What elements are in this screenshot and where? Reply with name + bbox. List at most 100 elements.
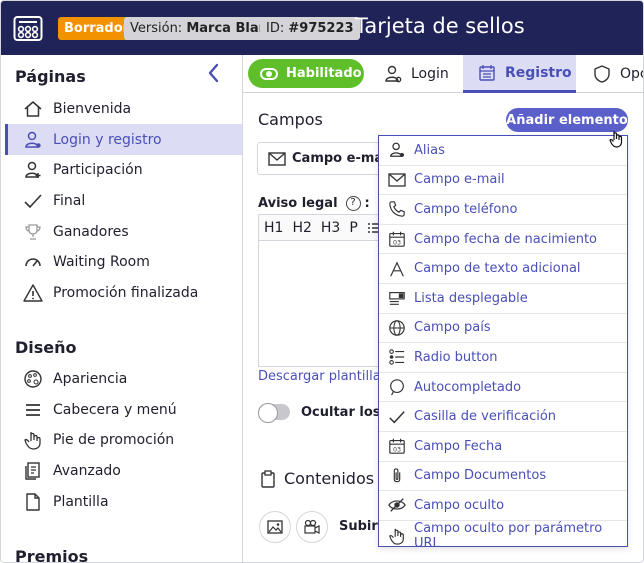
trophy-icon bbox=[23, 222, 43, 242]
app-logo-icon[interactable] bbox=[13, 14, 43, 42]
tab-opciones[interactable]: Opc bbox=[592, 55, 643, 93]
shield-icon bbox=[592, 64, 612, 84]
sidebar-item-label: Final bbox=[53, 192, 86, 209]
tab-login[interactable]: Login bbox=[383, 55, 449, 93]
add-element-dropdown: Alias Campo e-mail Campo teléfono 03 Cam… bbox=[378, 135, 628, 547]
gauge-icon bbox=[23, 252, 43, 272]
menu-icon bbox=[23, 400, 43, 420]
sidebar-section-design: Diseño bbox=[15, 338, 77, 357]
home-icon bbox=[23, 99, 43, 119]
page-title: Tarjeta de sellos bbox=[355, 14, 525, 38]
menu-item-alias[interactable]: Alias bbox=[379, 136, 627, 166]
sidebar-item-label: Promoción finalizada bbox=[53, 284, 199, 301]
menu-item-documents[interactable]: Campo Documentos bbox=[379, 462, 627, 492]
sidebar-item-apariencia[interactable]: Apariencia bbox=[5, 363, 242, 394]
editor-tabs: Habilitado Login Registro Opc bbox=[243, 55, 643, 93]
hand-icon bbox=[388, 527, 406, 545]
sidebar-item-ganadores[interactable]: Ganadores bbox=[5, 216, 242, 247]
sidebar: Páginas Bienvenida Login y registro Part… bbox=[1, 55, 243, 562]
menu-item-label: Radio button bbox=[414, 349, 498, 365]
check-icon bbox=[388, 408, 406, 426]
advanced-icon bbox=[23, 461, 43, 481]
phone-icon bbox=[388, 200, 406, 218]
menu-item-country[interactable]: Campo país bbox=[379, 314, 627, 344]
version-label: Versión: bbox=[130, 21, 183, 36]
image-button[interactable] bbox=[259, 511, 291, 543]
sidebar-item-label: Ganadores bbox=[53, 223, 129, 240]
sidebar-item-label: Participación bbox=[53, 161, 143, 178]
image-icon bbox=[267, 520, 283, 534]
sidebar-item-pie-promocion[interactable]: Pie de promoción bbox=[5, 424, 242, 455]
sidebar-section-pages: Páginas bbox=[15, 67, 86, 86]
contents-title: Contenidos bbox=[260, 469, 374, 488]
legal-colon: : bbox=[364, 196, 370, 211]
eye-off-icon bbox=[388, 496, 406, 514]
sidebar-item-avanzado[interactable]: Avanzado bbox=[5, 455, 242, 486]
menu-item-label: Campo oculto por parámetro URL bbox=[414, 520, 603, 547]
menu-item-hidden-url[interactable]: Campo oculto por parámetro URL bbox=[379, 520, 627, 547]
menu-item-email[interactable]: Campo e-mail bbox=[379, 166, 627, 196]
hide-switch[interactable] bbox=[258, 403, 290, 423]
toolbar-p[interactable]: P bbox=[349, 220, 357, 236]
menu-item-label: Campo de texto adicional bbox=[414, 261, 581, 277]
tab-label: Login bbox=[411, 66, 449, 82]
tab-label: Registro bbox=[505, 64, 572, 81]
menu-item-radio[interactable]: Radio button bbox=[379, 343, 627, 373]
toolbar-h2[interactable]: H2 bbox=[292, 220, 311, 236]
menu-item-label: Casilla de verificación bbox=[414, 409, 557, 425]
menu-item-date[interactable]: 03 Campo Fecha bbox=[379, 432, 627, 462]
enabled-toggle[interactable]: Habilitado bbox=[248, 59, 364, 88]
sidebar-item-label: Plantilla bbox=[53, 493, 109, 510]
menu-item-label: Campo e-mail bbox=[414, 172, 505, 188]
download-template-link[interactable]: Descargar plantilla bbox=[258, 369, 381, 384]
autocomplete-icon bbox=[388, 378, 406, 396]
menu-item-checkbox[interactable]: Casilla de verificación bbox=[379, 402, 627, 432]
sidebar-item-participacion[interactable]: Participación bbox=[5, 154, 242, 185]
menu-item-dropdown-list[interactable]: Lista desplegable bbox=[379, 284, 627, 314]
help-icon[interactable]: ? bbox=[345, 196, 361, 211]
svg-text:03: 03 bbox=[393, 447, 401, 454]
sidebar-item-label: Apariencia bbox=[53, 370, 128, 387]
legal-label: Aviso legal ? : bbox=[258, 196, 370, 211]
sidebar-item-final[interactable]: Final bbox=[5, 185, 242, 216]
check-icon bbox=[23, 191, 43, 211]
sidebar-item-plantilla[interactable]: Plantilla bbox=[5, 486, 242, 517]
menu-item-autocomplete[interactable]: Autocompletado bbox=[379, 373, 627, 403]
calendar-icon: 03 bbox=[388, 437, 406, 455]
menu-item-label: Campo país bbox=[414, 320, 491, 336]
sidebar-item-cabecera-menu[interactable]: Cabecera y menú bbox=[5, 394, 242, 425]
paperclip-icon bbox=[388, 467, 406, 485]
menu-item-phone[interactable]: Campo teléfono bbox=[379, 195, 627, 225]
sidebar-item-waiting-room[interactable]: Waiting Room bbox=[5, 246, 242, 277]
menu-item-hidden[interactable]: Campo oculto bbox=[379, 491, 627, 521]
globe-icon bbox=[388, 319, 406, 337]
sidebar-item-label: Avanzado bbox=[53, 462, 121, 479]
radio-list-icon bbox=[388, 348, 406, 366]
menu-item-label: Autocompletado bbox=[414, 379, 522, 395]
menu-item-text[interactable]: Campo de texto adicional bbox=[379, 254, 627, 284]
sidebar-item-label: Pie de promoción bbox=[53, 431, 175, 448]
toggle-icon bbox=[260, 67, 278, 80]
calendar-icon: 03 bbox=[388, 230, 406, 248]
warning-icon bbox=[23, 283, 43, 303]
toolbar-h1[interactable]: H1 bbox=[264, 220, 283, 236]
hand-cursor-icon bbox=[608, 129, 626, 149]
user-icon bbox=[388, 141, 406, 159]
sidebar-item-login-registro[interactable]: Login y registro bbox=[5, 124, 242, 155]
hand-icon bbox=[23, 430, 43, 450]
palette-icon bbox=[23, 369, 43, 389]
tab-label: Opc bbox=[620, 66, 643, 82]
contents-title-text: Contenidos bbox=[284, 469, 375, 488]
menu-item-label: Campo fecha de nacimiento bbox=[414, 231, 598, 247]
sidebar-item-label: Login y registro bbox=[53, 131, 162, 148]
menu-item-birthdate[interactable]: 03 Campo fecha de nacimiento bbox=[379, 225, 627, 255]
sidebar-item-promocion-finalizada[interactable]: Promoción finalizada bbox=[5, 277, 242, 308]
video-button[interactable] bbox=[296, 511, 328, 543]
toolbar-h3[interactable]: H3 bbox=[321, 220, 340, 236]
sidebar-item-bienvenida[interactable]: Bienvenida bbox=[5, 93, 242, 124]
menu-item-label: Lista desplegable bbox=[414, 290, 528, 306]
id-value: #975223 bbox=[288, 21, 354, 36]
chevron-left-icon[interactable] bbox=[204, 61, 224, 85]
svg-text:03: 03 bbox=[393, 239, 401, 246]
tab-registro[interactable]: Registro bbox=[463, 55, 576, 93]
